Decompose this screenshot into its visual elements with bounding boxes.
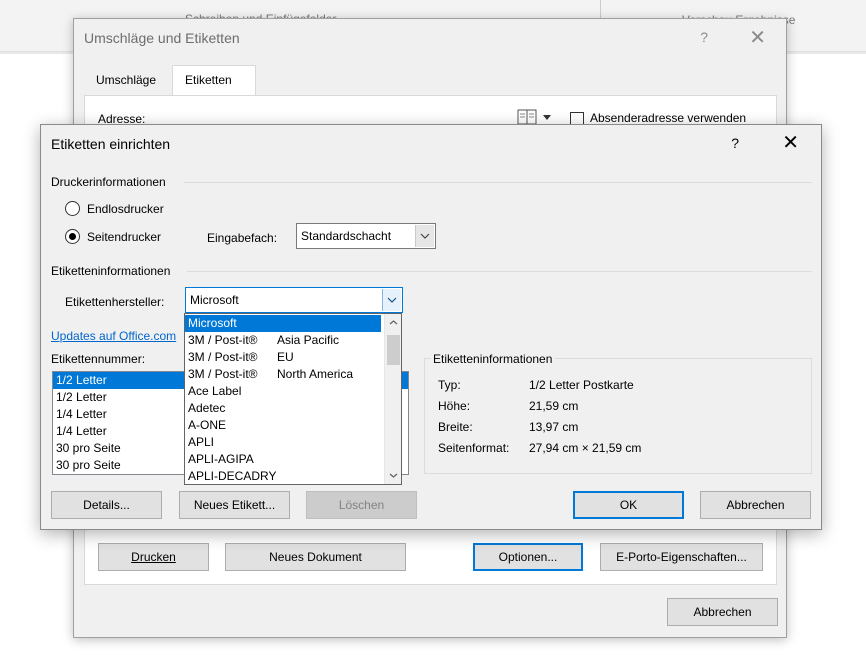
outer-cancel-button[interactable]: Abbrechen — [667, 598, 778, 626]
dialog-title: Etiketten einrichten — [51, 136, 171, 152]
details-button[interactable]: Details... — [51, 491, 162, 519]
scroll-down-icon[interactable] — [385, 467, 402, 484]
radio-circle[interactable] — [65, 201, 80, 216]
delete-button: Löschen — [306, 491, 417, 519]
label-number-label: Etikettennummer: — [51, 352, 146, 366]
option-label: 3M / Post-it® — [188, 333, 258, 347]
section-divider — [184, 182, 812, 183]
chevron-down-icon[interactable] — [382, 289, 401, 311]
updates-link[interactable]: Updates auf Office.com — [51, 329, 176, 343]
option-label: Adetec — [188, 401, 226, 415]
button-label: Abbrechen — [693, 605, 752, 619]
dropdown-option[interactable]: 3M / Post-it® Asia Pacific — [185, 332, 381, 349]
dialog-title: Umschläge und Etiketten — [84, 30, 240, 46]
info-value: 27,94 cm × 21,59 cm — [529, 441, 642, 455]
option-region: North America — [277, 367, 354, 381]
option-label: Ace Label — [188, 384, 242, 398]
dropdown-option[interactable]: 3M / Post-it® North America — [185, 366, 381, 383]
tab-labels[interactable]: Etiketten — [172, 65, 256, 95]
help-icon[interactable]: ? — [731, 135, 739, 151]
help-icon[interactable]: ? — [700, 29, 708, 45]
label-info-heading: Etiketteninformationen — [51, 264, 171, 278]
radio-label: Endlosdrucker — [87, 201, 164, 216]
radio-label: Seitendrucker — [87, 229, 162, 244]
chevron-down-icon[interactable] — [415, 225, 434, 247]
option-label: APLI-DECADRY — [188, 469, 277, 483]
info-key: Typ: — [438, 378, 461, 392]
info-value: 1/2 Letter Postkarte — [529, 378, 634, 392]
option-label: APLI-AGIPA — [188, 452, 254, 466]
tray-label: Eingabefach: — [207, 231, 278, 245]
checkbox-label: Absenderadresse verwenden — [590, 111, 747, 125]
button-label: Löschen — [338, 498, 385, 512]
vendor-dropdown-list[interactable]: Microsoft 3M / Post-it® Asia Pacific 3M /… — [184, 313, 402, 485]
button-label: E-Porto-Eigenschaften... — [616, 550, 747, 564]
option-label: 3M / Post-it® — [188, 367, 258, 381]
option-label: A-ONE — [188, 418, 227, 432]
button-label: OK — [619, 498, 638, 512]
dropdown-option[interactable]: APLI — [185, 434, 381, 451]
dropdown-option[interactable]: A-ONE — [185, 417, 381, 434]
info-key: Seitenformat: — [438, 441, 510, 455]
button-label: Drucken — [131, 550, 176, 564]
dropdown-option[interactable]: APLI-DECADRY — [185, 468, 381, 485]
ok-button[interactable]: OK — [573, 491, 684, 519]
option-label: Microsoft — [188, 316, 237, 330]
button-label: Optionen... — [498, 550, 558, 564]
scrollbar-thumb[interactable] — [387, 335, 400, 365]
option-region: EU — [277, 350, 294, 364]
button-label: Neues Dokument — [269, 550, 362, 564]
button-label: Details... — [83, 498, 130, 512]
page-printer-radio[interactable]: Seitendrucker — [65, 229, 161, 244]
option-label: APLI — [188, 435, 215, 449]
option-label: 3M / Post-it® — [188, 350, 258, 364]
options-button[interactable]: Optionen... — [473, 543, 583, 571]
dropdown-option[interactable]: Adetec — [185, 400, 381, 417]
ribbon-separator — [600, 0, 601, 18]
dropdown-scrollbar[interactable] — [384, 314, 401, 484]
tray-select[interactable]: Standardschacht — [296, 223, 436, 249]
vendor-value: Microsoft — [190, 293, 239, 307]
dropdown-option[interactable]: APLI-AGIPA — [185, 451, 381, 468]
vendor-label: Etikettenhersteller: — [65, 295, 165, 309]
new-document-button[interactable]: Neues Dokument — [225, 543, 406, 571]
printer-info-heading: Druckerinformationen — [51, 175, 166, 189]
vendor-select[interactable]: Microsoft — [185, 287, 403, 313]
scroll-up-icon[interactable] — [385, 314, 402, 331]
section-divider — [187, 271, 812, 272]
info-value: 13,97 cm — [529, 420, 579, 434]
tab-label: Umschläge — [96, 73, 157, 87]
tab-label: Etiketten — [185, 73, 232, 87]
button-label: Neues Etikett... — [193, 498, 276, 512]
label-info-group-title: Etiketteninformationen — [430, 352, 556, 366]
radio-circle[interactable] — [65, 229, 80, 244]
continuous-printer-radio[interactable]: Endlosdrucker — [65, 201, 164, 216]
close-icon[interactable]: ✕ — [749, 25, 766, 50]
label-info-group — [424, 358, 812, 474]
tab-envelopes[interactable]: Umschläge — [84, 66, 172, 94]
info-value: 21,59 cm — [529, 399, 579, 413]
tray-value: Standardschacht — [301, 229, 392, 243]
eporto-properties-button[interactable]: E-Porto-Eigenschaften... — [600, 543, 763, 571]
new-label-button[interactable]: Neues Etikett... — [179, 491, 290, 519]
info-key: Breite: — [438, 420, 473, 434]
dropdown-option[interactable]: Ace Label — [185, 383, 381, 400]
button-label: Abbrechen — [726, 498, 785, 512]
cancel-button[interactable]: Abbrechen — [700, 491, 811, 519]
close-icon[interactable]: ✕ — [782, 130, 799, 155]
print-button[interactable]: Drucken — [98, 543, 209, 571]
info-key: Höhe: — [438, 399, 471, 413]
label-options-dialog: Etiketten einrichten ? ✕ Druckerinformat… — [40, 124, 822, 530]
dropdown-option[interactable]: 3M / Post-it® EU — [185, 349, 381, 366]
dropdown-option[interactable]: Microsoft — [185, 315, 381, 332]
option-region: Asia Pacific — [277, 333, 340, 347]
